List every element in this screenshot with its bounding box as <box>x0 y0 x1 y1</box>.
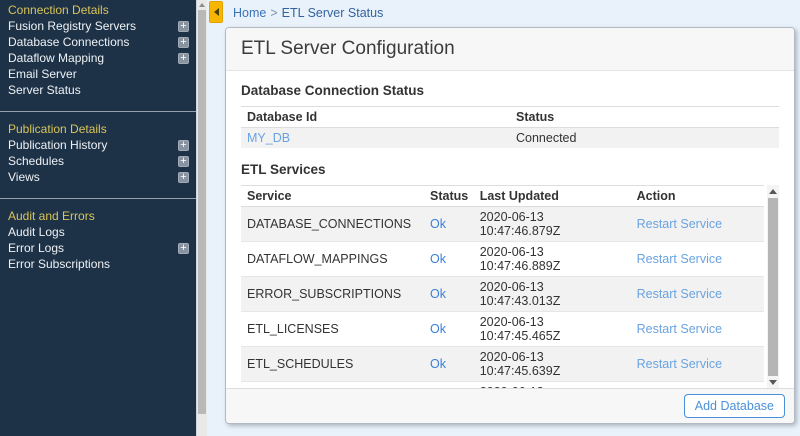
service-name: DATAFLOW_MAPPINGS <box>241 241 425 277</box>
sidebar-item-schedules[interactable]: Schedules <box>0 153 196 169</box>
last-updated-value: 2020-06-13 10:47:46.889Z <box>473 241 631 277</box>
status-link[interactable]: Ok <box>430 322 446 336</box>
add-database-button[interactable]: Add Database <box>683 394 785 418</box>
scroll-down-arrow-icon[interactable] <box>769 380 777 385</box>
panel-body: Database Connection Status Database Id S… <box>226 71 794 388</box>
expand-plus-icon[interactable] <box>178 242 189 254</box>
sidebar-item-publication-history[interactable]: Publication History <box>0 137 196 153</box>
status-link[interactable]: Ok <box>430 252 446 266</box>
sidebar-scrollbar-thumb[interactable] <box>198 10 206 414</box>
service-name: ERROR_SUBSCRIPTIONS <box>241 276 425 312</box>
panel-header: ETL Server Configuration <box>226 28 794 71</box>
restart-service-link[interactable]: Restart Service <box>637 322 722 336</box>
sidebar-item-label: Server Status <box>8 83 81 97</box>
etl-configuration-panel: ETL Server Configuration Database Connec… <box>225 27 795 424</box>
sidebar-divider <box>0 111 196 112</box>
sidebar-collapse-button[interactable] <box>209 1 223 23</box>
expand-plus-icon[interactable] <box>178 20 189 32</box>
service-name: ETL_SCHEDULES <box>241 346 425 382</box>
expand-plus-icon[interactable] <box>178 36 189 48</box>
sidebar-section-publication-details: Publication Details <box>8 122 107 136</box>
column-header-action: Action <box>630 185 764 207</box>
app-window: Connection Details Fusion Registry Serve… <box>0 0 800 436</box>
sidebar-item-label: Publication History <box>8 138 108 152</box>
table-row: ERROR_SUBSCRIPTIONS Ok 2020-06-13 10:47:… <box>241 276 764 312</box>
table-header-row: Database Id Status <box>241 106 779 128</box>
column-header-last-updated: Last Updated <box>473 185 631 207</box>
etl-services-table: Service Status Last Updated Action DATAB… <box>241 185 764 388</box>
last-updated-value: 2020-06-13 10:47:43.013Z <box>473 276 631 312</box>
sidebar-item-label: Database Connections <box>8 35 130 49</box>
sidebar-item-audit-logs[interactable]: Audit Logs <box>0 224 196 240</box>
db-connection-status-heading: Database Connection Status <box>241 83 425 98</box>
breadcrumb-home-link[interactable]: Home <box>233 6 266 20</box>
table-row: ETL_LICENSES Ok 2020-06-13 10:47:45.465Z… <box>241 311 764 347</box>
breadcrumb: Home > ETL Server Status <box>207 0 800 27</box>
panel-footer: Add Database <box>226 388 794 423</box>
sidebar-divider <box>0 198 196 199</box>
sidebar: Connection Details Fusion Registry Serve… <box>0 0 196 436</box>
sidebar-item-dataflow-mapping[interactable]: Dataflow Mapping <box>0 50 196 66</box>
sidebar-item-label: Email Server <box>8 67 77 81</box>
service-name: ETL_LICENSES <box>241 311 425 347</box>
sidebar-section-connection-details: Connection Details <box>8 3 109 17</box>
etl-table-scrollbar-thumb[interactable] <box>768 198 778 376</box>
last-updated-value: 2020-06-13 10:47:45.465Z <box>473 311 631 347</box>
scroll-up-arrow-icon[interactable] <box>199 3 205 7</box>
sidebar-item-error-subscriptions[interactable]: Error Subscriptions <box>0 256 196 272</box>
main-content: Home > ETL Server Status ETL Server Config… <box>207 0 800 436</box>
sidebar-item-label: Error Logs <box>8 241 65 255</box>
table-row: DATAFLOW_MAPPINGS Ok 2020-06-13 10:47:46… <box>241 241 764 277</box>
sidebar-item-label: Dataflow Mapping <box>8 51 105 65</box>
table-row: DATABASE_CONNECTIONS Ok 2020-06-13 10:47… <box>241 206 764 242</box>
restart-service-link[interactable]: Restart Service <box>637 357 722 371</box>
sidebar-item-label: Error Subscriptions <box>8 257 111 271</box>
column-header-service: Service <box>241 185 425 207</box>
expand-plus-icon[interactable] <box>178 171 189 183</box>
sidebar-item-fusion-registry-servers[interactable]: Fusion Registry Servers <box>0 18 196 34</box>
breadcrumb-separator: > <box>270 6 278 20</box>
status-link[interactable]: Ok <box>430 287 446 301</box>
restart-service-link[interactable]: Restart Service <box>637 217 722 231</box>
scroll-up-arrow-icon[interactable] <box>769 189 777 194</box>
restart-service-link[interactable]: Restart Service <box>637 287 722 301</box>
database-status-value: Connected <box>510 127 779 148</box>
sidebar-item-label: Audit Logs <box>8 225 65 239</box>
sidebar-section-audit-and-errors: Audit and Errors <box>8 209 95 223</box>
column-header-status: Status <box>424 185 474 207</box>
last-updated-value: 2020-06-13 10:47:45.639Z <box>473 346 631 382</box>
sidebar-item-server-status[interactable]: Server Status <box>0 82 196 98</box>
sidebar-item-views[interactable]: Views <box>0 169 196 185</box>
expand-plus-icon[interactable] <box>178 52 189 64</box>
expand-plus-icon[interactable] <box>178 139 189 151</box>
sidebar-item-label: Fusion Registry Servers <box>8 19 137 33</box>
database-connection-table: Database Id Status MY_DB Connected <box>241 106 779 148</box>
etl-table-scrollbar[interactable] <box>767 185 779 388</box>
sidebar-item-label: Views <box>8 170 40 184</box>
page-title: ETL Server Configuration <box>241 38 455 59</box>
column-header-database-id: Database Id <box>241 106 510 128</box>
collapse-left-arrow-icon <box>213 8 219 16</box>
sidebar-item-database-connections[interactable]: Database Connections <box>0 34 196 50</box>
table-row: ETL_SCHEDULES Ok 2020-06-13 10:47:45.639… <box>241 346 764 382</box>
breadcrumb-current: ETL Server Status <box>281 6 384 20</box>
sidebar-scrollbar[interactable] <box>196 0 207 436</box>
sidebar-item-email-server[interactable]: Email Server <box>0 66 196 82</box>
sidebar-item-label: Schedules <box>8 154 65 168</box>
table-header-row: Service Status Last Updated Action <box>241 185 764 207</box>
service-name: DATABASE_CONNECTIONS <box>241 206 425 242</box>
database-id-link[interactable]: MY_DB <box>247 131 290 145</box>
last-updated-value: 2020-06-13 10:47:46.879Z <box>473 206 631 242</box>
etl-services-scroll-area: Service Status Last Updated Action DATAB… <box>241 185 779 388</box>
restart-service-link[interactable]: Restart Service <box>637 252 722 266</box>
expand-plus-icon[interactable] <box>178 155 189 167</box>
column-header-status: Status <box>510 106 779 128</box>
sidebar-item-error-logs[interactable]: Error Logs <box>0 240 196 256</box>
status-link[interactable]: Ok <box>430 357 446 371</box>
etl-services-heading: ETL Services <box>241 162 326 177</box>
table-row: MY_DB Connected <box>241 127 779 148</box>
status-link[interactable]: Ok <box>430 217 446 231</box>
